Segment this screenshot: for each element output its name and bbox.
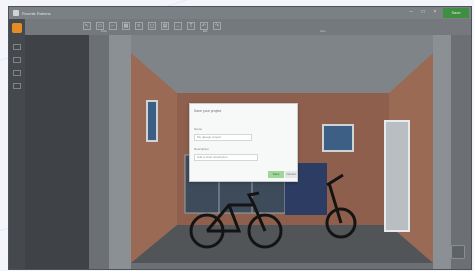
rail-item-settings[interactable]: [13, 70, 21, 76]
rail-item-active[interactable]: [12, 23, 22, 33]
view-cube-icon[interactable]: [451, 245, 465, 259]
rail-item-materials[interactable]: [13, 57, 21, 63]
wall-tool-icon[interactable]: ▭: [96, 22, 104, 30]
minimize-icon[interactable]: –: [407, 9, 415, 15]
side-panel: [25, 35, 89, 269]
toolbar: ↖ ▭ ⌐ ▦ ≡ ◻ ▤ ↔ T ↶ ↷ Draw Edit View: [9, 19, 471, 36]
close-icon[interactable]: ×: [431, 9, 439, 15]
dialog-title: Save your project: [194, 109, 222, 113]
object-tool-icon[interactable]: ◻: [148, 22, 156, 30]
description-label: Description: [194, 147, 210, 151]
app-title: Roomle Rubens: [22, 10, 51, 16]
maximize-icon[interactable]: □: [419, 9, 427, 15]
door-tool-icon[interactable]: ⌐: [109, 22, 117, 30]
window-controls: – □ ×: [407, 9, 439, 15]
name-label: Name: [194, 127, 203, 131]
save-button[interactable]: Save: [443, 8, 469, 18]
dialog-save-button[interactable]: Save: [268, 171, 284, 178]
measure-tool-icon[interactable]: ↔: [174, 22, 182, 30]
toolbar-group-label: Draw: [101, 30, 107, 33]
redo-icon[interactable]: ↷: [213, 22, 221, 30]
rail-item-objects[interactable]: [13, 44, 21, 50]
tool-group: ↖ ▭ ⌐ ▦ ≡ ◻ ▤ ↔ T ↶ ↷: [83, 22, 221, 30]
description-input[interactable]: Add a short description: [194, 154, 258, 161]
text-tool-icon[interactable]: T: [187, 22, 195, 30]
window-tool-icon[interactable]: ▦: [122, 22, 130, 30]
floor-tool-icon[interactable]: ▤: [161, 22, 169, 30]
stairs-tool-icon[interactable]: ≡: [135, 22, 143, 30]
save-dialog: Save your project Name My garage project…: [189, 103, 298, 182]
app-window: Roomle Rubens – □ × Save ↖ ▭ ⌐ ▦ ≡ ◻ ▤ ↔…: [8, 6, 472, 270]
dialog-cancel-button[interactable]: Cancel: [285, 171, 297, 178]
rail-item-help[interactable]: [13, 83, 21, 89]
left-rail: [9, 19, 25, 269]
toolbar-group-label: Edit: [203, 30, 208, 33]
title-bar: Roomle Rubens – □ × Save: [9, 7, 471, 19]
name-input[interactable]: My garage project: [194, 134, 252, 141]
app-logo-icon: [13, 10, 19, 16]
toolbar-group-label: View: [320, 30, 326, 33]
undo-icon[interactable]: ↶: [200, 22, 208, 30]
select-tool-icon[interactable]: ↖: [83, 22, 91, 30]
